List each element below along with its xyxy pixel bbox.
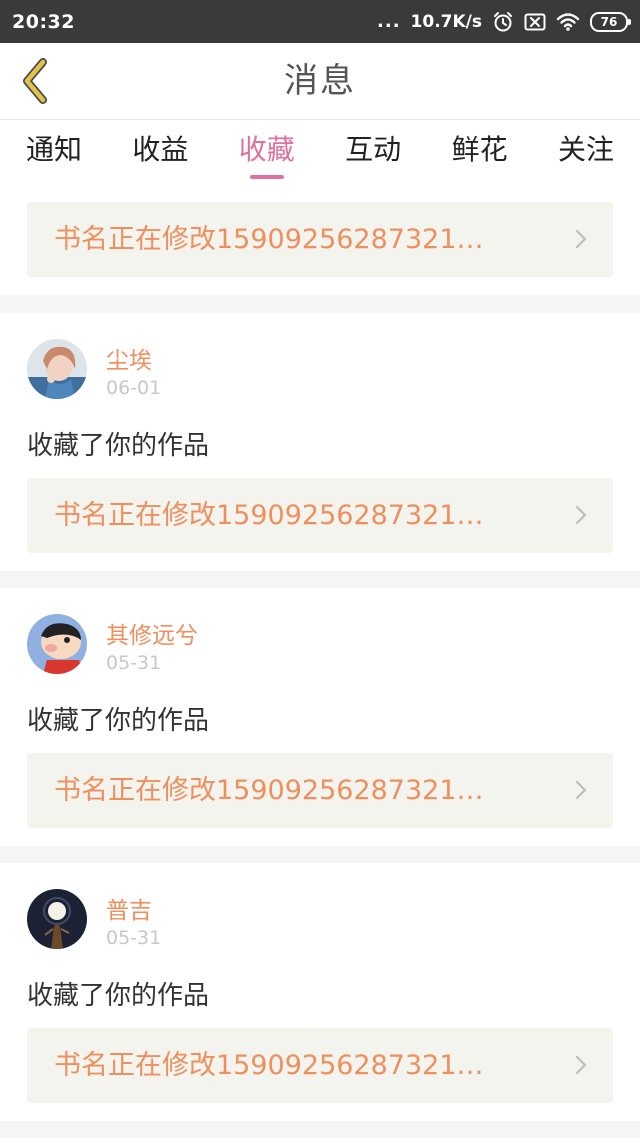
message-date: 05-31 (106, 652, 162, 674)
work-title: 书名正在修改15909256287321… (54, 775, 484, 806)
work-card[interactable]: 书名正在修改15909256287321… (27, 753, 613, 828)
more-notifications-icon: ... (377, 11, 401, 32)
tab-favorites[interactable]: 收藏 (239, 120, 295, 185)
tab-bar: 通知 收益 收藏 互动 鲜花 关注 (0, 120, 640, 185)
avatar[interactable] (27, 614, 87, 674)
work-card[interactable]: 书名正在修改15909256287321… (27, 478, 613, 553)
work-card[interactable]: 书名正在修改15909256287321… (27, 202, 613, 277)
page-title: 消息 (284, 61, 356, 101)
battery-level: 76 (600, 14, 618, 29)
status-icons: ... 10.7K/s 76 (377, 11, 631, 33)
username[interactable]: 普吉 (106, 891, 152, 925)
network-speed: 10.7K/s (410, 11, 482, 32)
username[interactable]: 尘埃 (106, 341, 152, 375)
avatar[interactable] (27, 889, 87, 949)
work-card[interactable]: 书名正在修改15909256287321… (27, 1028, 613, 1103)
tab-label: 通知 (26, 133, 83, 166)
tab-label: 关注 (557, 133, 614, 166)
battery-icon: 76 (590, 11, 631, 32)
message-item: 尘埃 06-01 收藏了你的作品 书名正在修改15909256287321… (0, 313, 640, 571)
tab-label: 收藏 (238, 133, 295, 166)
message-date: 05-31 (106, 927, 162, 949)
tab-interaction[interactable]: 互动 (345, 120, 401, 185)
status-time: 20:32 (12, 10, 75, 33)
tab-label: 互动 (345, 133, 402, 166)
status-bar: 20:32 ... 10.7K/s 76 (0, 0, 640, 43)
active-tab-indicator (249, 175, 284, 179)
message-date: 06-01 (106, 377, 162, 399)
tab-follow[interactable]: 关注 (558, 120, 614, 185)
message-item: 其修远兮 05-31 收藏了你的作品 书名正在修改15909256287321… (0, 588, 640, 846)
chevron-right-icon (575, 229, 587, 249)
message-text: 收藏了你的作品 (27, 706, 210, 736)
chevron-right-icon (575, 1055, 587, 1075)
tab-earnings[interactable]: 收益 (132, 120, 188, 185)
wifi-icon (556, 12, 580, 32)
work-title: 书名正在修改15909256287321… (54, 500, 484, 531)
chevron-right-icon (575, 780, 587, 800)
tab-label: 收益 (132, 133, 189, 166)
message-text: 收藏了你的作品 (27, 981, 210, 1011)
tab-notifications[interactable]: 通知 (26, 120, 82, 185)
alarm-icon (492, 11, 514, 33)
message-item: 书名正在修改15909256287321… (0, 185, 640, 295)
work-title: 书名正在修改15909256287321… (54, 1050, 484, 1081)
avatar[interactable] (27, 339, 87, 399)
no-sim-icon (524, 13, 546, 31)
username[interactable]: 其修远兮 (106, 616, 198, 650)
tab-label: 鲜花 (451, 133, 508, 166)
message-text: 收藏了你的作品 (27, 431, 210, 461)
tab-flowers[interactable]: 鲜花 (452, 120, 508, 185)
message-item: 普吉 05-31 收藏了你的作品 书名正在修改15909256287321… (0, 863, 640, 1121)
chevron-right-icon (575, 505, 587, 525)
work-title: 书名正在修改15909256287321… (54, 224, 484, 255)
header: 消息 (0, 43, 640, 120)
messages-screen: 20:32 ... 10.7K/s 76 消息 通知 收益 收藏 互动 鲜花 关… (0, 0, 640, 1138)
